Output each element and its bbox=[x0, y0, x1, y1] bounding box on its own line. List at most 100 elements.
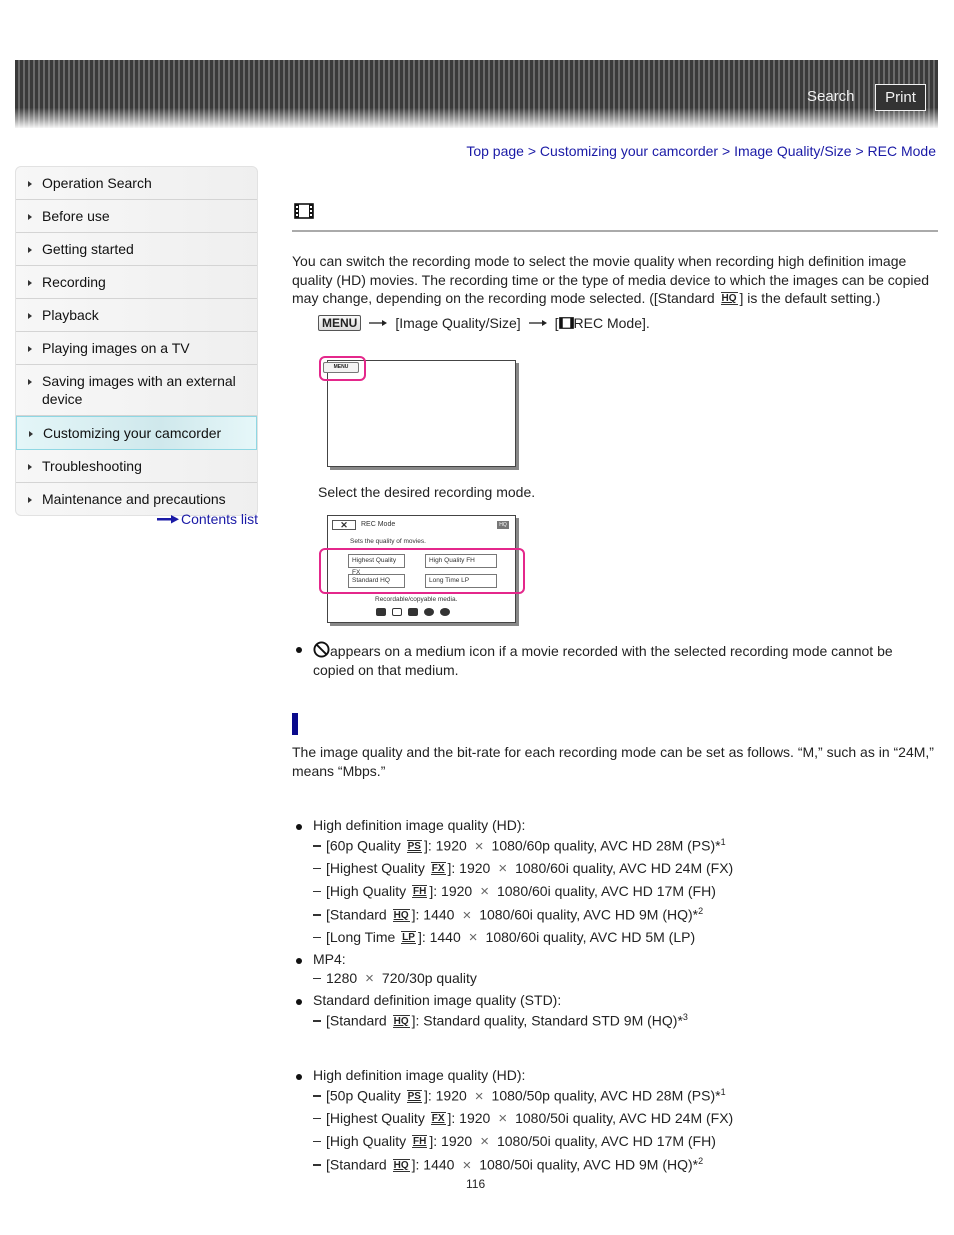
breadcrumb-top-page[interactable]: Top page bbox=[466, 143, 524, 159]
spec-item: [Long Time LP]: 1440 × 1080/60i quality, A… bbox=[313, 929, 695, 946]
sidebar-item-saving-external[interactable]: Saving images with an external device bbox=[16, 365, 257, 416]
spec-label: [High Quality bbox=[326, 1133, 407, 1149]
spec-item: [Standard HQ]: 1440 × 1080/60i quality, AV… bbox=[313, 906, 703, 924]
menu-path: MENU [Image Quality/Size] [REC Mode]. bbox=[318, 315, 650, 331]
avchd-icon bbox=[440, 608, 450, 616]
intro-paragraph: You can switch the recording mode to sel… bbox=[292, 252, 940, 308]
highlight-frame bbox=[319, 356, 366, 381]
menu-path-step2: [REC Mode]. bbox=[555, 315, 650, 331]
sidebar-item-playback[interactable]: Playback bbox=[16, 299, 257, 332]
search-link[interactable]: Search bbox=[807, 88, 855, 105]
spec-label: [60p Quality bbox=[326, 837, 401, 854]
spec-res: ]: 1920 bbox=[423, 837, 467, 854]
menu-key-icon: MENU bbox=[318, 315, 362, 331]
arrow-right-icon bbox=[528, 320, 547, 326]
mp4-heading: MP4: bbox=[313, 951, 346, 967]
spec-label: [Standard bbox=[326, 906, 387, 923]
times-icon: × bbox=[468, 929, 478, 946]
spec-label: [High Quality bbox=[326, 883, 407, 899]
sidebar-item-label: Before use bbox=[42, 208, 110, 224]
footnote-ref: 3 bbox=[682, 1012, 688, 1022]
spec-desc: 1080/50i quality, AVC HD 9M (HQ)* bbox=[479, 1156, 699, 1173]
spec-res: 1280 bbox=[326, 970, 358, 986]
breadcrumb-customizing[interactable]: Customizing your camcorder bbox=[540, 143, 718, 159]
memory-icon bbox=[376, 608, 386, 616]
triangle-right-icon bbox=[28, 181, 32, 187]
spec-res: ]: 1920 bbox=[429, 883, 473, 899]
menu-path-step1: [Image Quality/Size] bbox=[395, 315, 521, 331]
spec-item: [Highest Quality FX]: 1920 × 1080/60i qual… bbox=[313, 860, 733, 877]
times-icon: × bbox=[474, 1087, 484, 1105]
fh-badge-icon: FH bbox=[412, 1135, 428, 1148]
note-text: copied on that medium. bbox=[313, 661, 459, 678]
breadcrumb-separator: > bbox=[855, 143, 864, 159]
spec-res: ]: 1440 bbox=[411, 906, 455, 923]
arrow-right-icon bbox=[369, 320, 388, 326]
sidebar-item-label: Saving images with an external device bbox=[42, 373, 236, 407]
spec-desc: 1080/60i quality, AVC HD 9M (HQ)* bbox=[479, 906, 699, 923]
spec-item: [50p Quality PS]: 1920 × 1080/50p quality,… bbox=[313, 1087, 726, 1105]
screen-subtitle: Sets the quality of movies. bbox=[350, 538, 426, 545]
bullet bbox=[296, 1074, 302, 1080]
spec-res: ]: 1440 bbox=[417, 929, 461, 945]
hq-badge-icon: HQ bbox=[392, 1158, 410, 1172]
spec-item: 1280 × 720/30p quality bbox=[313, 970, 477, 987]
spec-desc: 720/30p quality bbox=[381, 970, 477, 986]
breadcrumb-separator: > bbox=[721, 143, 731, 159]
usb-icon bbox=[408, 608, 418, 616]
page-title bbox=[292, 200, 938, 232]
bullet bbox=[296, 824, 302, 830]
spec-desc: 1080/50p quality, AVC HD 28M (PS)* bbox=[491, 1087, 721, 1104]
triangle-right-icon bbox=[28, 313, 32, 319]
lp-badge-icon: LP bbox=[401, 931, 416, 944]
sidebar-item-before-use[interactable]: Before use bbox=[16, 200, 257, 233]
hq-badge-icon: HQ bbox=[392, 908, 410, 922]
spec-res: ]: 1920 bbox=[423, 1087, 467, 1104]
spec-desc: ]: Standard quality, Standard STD 9M (HQ… bbox=[411, 1012, 683, 1029]
sidebar-item-customizing[interactable]: Customizing your camcorder bbox=[16, 416, 257, 450]
page-number: 116 bbox=[466, 1177, 486, 1191]
triangle-right-icon bbox=[28, 214, 32, 220]
bullet bbox=[296, 647, 302, 653]
breadcrumb-rec-mode[interactable]: REC Mode bbox=[868, 143, 936, 159]
prohibited-icon bbox=[313, 641, 330, 658]
note-paragraph: appears on a medium icon if a movie reco… bbox=[313, 641, 933, 679]
std-heading: Standard definition image quality (STD): bbox=[313, 992, 562, 1008]
hq-badge-icon: HQ bbox=[720, 292, 738, 305]
spec-item: [High Quality FH]: 1920 × 1080/50i quality… bbox=[313, 1133, 716, 1150]
times-icon: × bbox=[365, 970, 374, 987]
sidebar-item-getting-started[interactable]: Getting started bbox=[16, 233, 257, 266]
spec-res: ]: 1440 bbox=[411, 1156, 455, 1173]
contents-list-link[interactable]: Contents list bbox=[157, 511, 258, 527]
times-icon: × bbox=[498, 860, 508, 877]
sidebar-nav: Operation Search Before use Getting star… bbox=[15, 166, 258, 516]
footnote-ref: 2 bbox=[698, 906, 704, 916]
film-icon bbox=[294, 203, 314, 219]
spec-label: [Long Time bbox=[326, 929, 396, 945]
hq-badge-icon: HQ bbox=[392, 1014, 410, 1028]
footnote-ref: 1 bbox=[720, 1087, 726, 1097]
close-icon: ✕ bbox=[332, 520, 356, 530]
breadcrumb: Top page > Customizing your camcorder > … bbox=[466, 143, 936, 159]
triangle-right-icon bbox=[28, 280, 32, 286]
rec-mode-label: REC Mode]. bbox=[573, 315, 650, 331]
footnote-ref: 2 bbox=[698, 1156, 704, 1166]
bitrate-intro-text: The image quality and the bit-rate for e… bbox=[292, 744, 934, 760]
spec-item: [Highest Quality FX]: 1920 × 1080/50i qual… bbox=[313, 1110, 733, 1127]
spec-desc: 1080/60i quality, AVC HD 5M (LP) bbox=[485, 929, 696, 945]
sidebar-item-playing-on-tv[interactable]: Playing images on a TV bbox=[16, 332, 257, 365]
sidebar-item-troubleshooting[interactable]: Troubleshooting bbox=[16, 450, 257, 483]
triangle-right-icon bbox=[28, 247, 32, 253]
sidebar-item-label: Operation Search bbox=[42, 175, 152, 191]
sidebar-item-recording[interactable]: Recording bbox=[16, 266, 257, 299]
print-button[interactable]: Print bbox=[875, 84, 926, 111]
breadcrumb-image-quality[interactable]: Image Quality/Size bbox=[734, 143, 852, 159]
fx-badge-icon: FX bbox=[430, 1112, 446, 1125]
sidebar-item-operation-search[interactable]: Operation Search bbox=[16, 167, 257, 200]
sidebar-item-label: Getting started bbox=[42, 241, 134, 257]
times-icon: × bbox=[462, 906, 472, 924]
breadcrumb-separator: > bbox=[527, 143, 537, 159]
ps-badge-icon: PS bbox=[406, 839, 422, 853]
bullet bbox=[296, 958, 302, 964]
spec-label: [Highest Quality bbox=[326, 1110, 425, 1126]
